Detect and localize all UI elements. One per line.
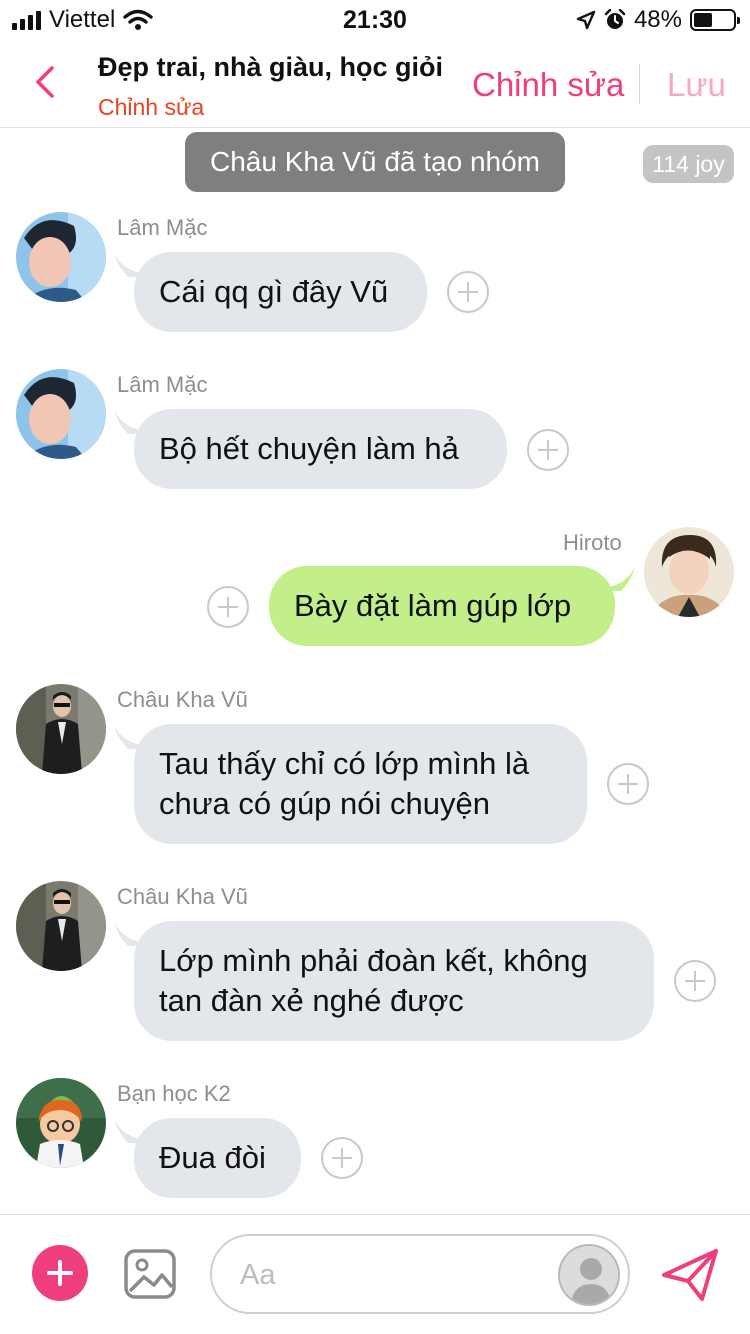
chat-header: Đẹp trai, nhà giàu, học giỏi Chỉnh sửa C… xyxy=(0,40,750,128)
bubble-tail xyxy=(114,922,140,946)
sender-name: Lâm Mặc xyxy=(117,215,208,240)
bubble-tail xyxy=(114,253,140,277)
sender-name: Châu Kha Vũ xyxy=(117,884,248,909)
status-bar: Viettel 21:30 48% xyxy=(0,0,750,40)
message-bubble[interactable]: Cái qq gì đây Vũ xyxy=(134,252,427,332)
battery-percent: 48% xyxy=(633,6,682,33)
bubble-tail xyxy=(114,725,140,749)
message-input[interactable] xyxy=(240,1252,540,1298)
react-plus-button[interactable] xyxy=(674,960,716,1002)
message-bubble[interactable]: Tau thấy chỉ có lớp mình là chưa có gúp … xyxy=(134,724,587,844)
group-subtitle-edit[interactable]: Chỉnh sửa xyxy=(98,94,204,121)
edit-button[interactable]: Chỉnh sửa xyxy=(472,66,624,104)
avatar[interactable] xyxy=(16,212,106,302)
location-arrow-icon xyxy=(576,10,596,30)
bubble-tail xyxy=(114,410,140,434)
group-title[interactable]: Đẹp trai, nhà giàu, học giỏi xyxy=(98,52,443,83)
bubble-tail xyxy=(114,1119,140,1143)
avatar[interactable] xyxy=(16,881,106,971)
message-bubble[interactable]: Bày đặt làm gúp lớp xyxy=(269,566,615,646)
image-icon[interactable] xyxy=(124,1249,176,1299)
plus-icon[interactable] xyxy=(32,1245,88,1301)
message-bubble[interactable]: Bộ hết chuyện làm hả xyxy=(134,409,507,489)
sender-name: Lâm Mặc xyxy=(117,372,208,397)
avatar[interactable] xyxy=(644,527,734,617)
sender-name: Châu Kha Vũ xyxy=(117,687,248,712)
sender-name: Hiroto xyxy=(563,530,622,555)
avatar[interactable] xyxy=(16,369,106,459)
system-message: Châu Kha Vũ đã tạo nhóm xyxy=(185,132,565,192)
message-input-box[interactable] xyxy=(210,1234,630,1314)
avatar[interactable] xyxy=(16,1078,106,1168)
avatar[interactable] xyxy=(16,684,106,774)
header-divider xyxy=(639,64,640,104)
react-plus-button[interactable] xyxy=(447,271,489,313)
paper-plane-icon[interactable] xyxy=(660,1247,720,1303)
react-plus-button[interactable] xyxy=(607,763,649,805)
react-plus-button[interactable] xyxy=(321,1137,363,1179)
chevron-left-icon[interactable] xyxy=(28,60,64,104)
message-bubble[interactable]: Lớp mình phải đoàn kết, không tan đàn xẻ… xyxy=(134,921,654,1041)
profile-avatar[interactable] xyxy=(558,1244,620,1306)
react-plus-button[interactable] xyxy=(207,586,249,628)
composer-bar xyxy=(0,1214,750,1334)
bubble-tail xyxy=(609,567,635,591)
chat-thread[interactable]: Châu Kha Vũ đã tạo nhóm 114 joy Lâm Mặc … xyxy=(0,129,750,1213)
alarm-icon xyxy=(604,9,626,29)
sender-name: Bạn học K2 xyxy=(117,1081,231,1106)
message-bubble[interactable]: Đua đòi xyxy=(134,1118,301,1198)
battery-icon xyxy=(690,9,740,31)
react-plus-button[interactable] xyxy=(527,429,569,471)
save-button[interactable]: Lưu xyxy=(667,66,726,104)
joy-badge[interactable]: 114 joy xyxy=(643,145,734,183)
